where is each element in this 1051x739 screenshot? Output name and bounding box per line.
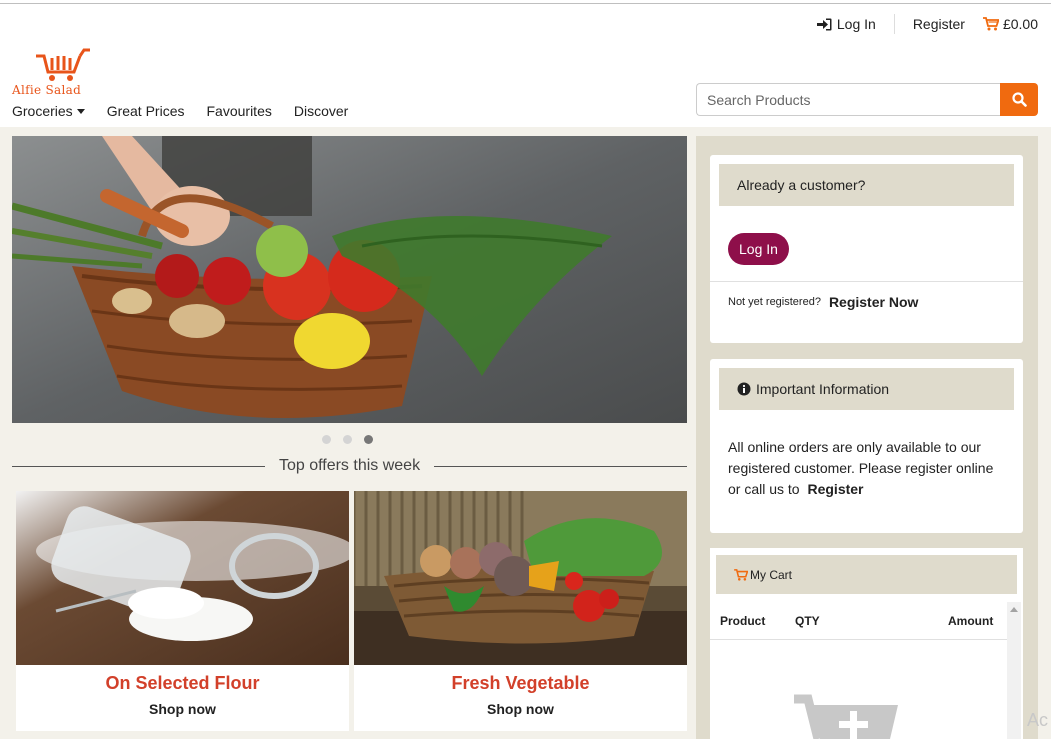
search-icon xyxy=(1011,92,1027,107)
col-amount: Amount xyxy=(948,613,994,628)
offer-card-image xyxy=(16,491,349,665)
carousel-dot-3-active[interactable] xyxy=(364,435,373,444)
offer-card-title: Fresh Vegetable xyxy=(451,673,590,693)
cart-box-heading: My Cart xyxy=(716,555,1017,594)
not-registered-row: Not yet registered? Register Now xyxy=(710,282,1023,310)
divider xyxy=(12,465,265,467)
login-link-label: Log In xyxy=(836,16,876,32)
scroll-up-arrow-icon[interactable] xyxy=(1010,607,1018,612)
cart-icon xyxy=(982,17,999,31)
col-qty: QTY xyxy=(795,613,820,628)
logo[interactable]: Alfie Salad xyxy=(12,48,104,98)
offer-card-vegetable[interactable]: Fresh Vegetable Shop now xyxy=(354,491,687,731)
carousel-dot-1[interactable] xyxy=(322,435,331,444)
divider xyxy=(434,465,688,467)
customer-box-heading: Already a customer? xyxy=(719,164,1014,206)
carousel-indicators xyxy=(322,435,385,444)
login-link[interactable]: Log In xyxy=(816,14,895,34)
info-icon xyxy=(737,382,751,396)
register-now-link[interactable]: Register Now xyxy=(829,294,918,310)
info-box-body: All online orders are only available to … xyxy=(710,410,1023,500)
cart-box: My Cart Product QTY Amount xyxy=(710,548,1023,739)
sign-in-icon xyxy=(816,18,832,30)
vegetable-basket-photo xyxy=(354,491,687,665)
search-input[interactable] xyxy=(696,83,1000,116)
offers-heading-text: Top offers this week xyxy=(278,457,421,474)
cart-scrollbar[interactable] xyxy=(1007,602,1021,739)
top-border xyxy=(0,3,1051,4)
offer-card-image xyxy=(354,491,687,665)
flour-jar-photo xyxy=(16,491,349,665)
register-link[interactable]: Register xyxy=(913,16,965,32)
nav-item-groceries-label: Groceries xyxy=(12,103,73,119)
customer-box: Already a customer? Log In Not yet regis… xyxy=(710,155,1023,343)
logo-cart-icon xyxy=(36,48,90,81)
info-box: Important Information All online orders … xyxy=(710,359,1023,533)
info-register-link[interactable]: Register xyxy=(807,481,863,497)
offers-heading: Top offers this week xyxy=(12,457,688,475)
info-box-heading: Important Information xyxy=(719,368,1014,410)
nav-item-favourites[interactable]: Favourites xyxy=(207,103,272,119)
info-box-title: Important Information xyxy=(756,381,890,397)
nav-item-great-prices[interactable]: Great Prices xyxy=(107,103,185,119)
cart-table-header: Product QTY Amount xyxy=(710,602,1007,640)
shop-now-link[interactable]: Shop now xyxy=(354,701,687,717)
sidebar-login-button[interactable]: Log In xyxy=(728,233,789,265)
empty-cart-icon xyxy=(794,694,898,739)
caret-down-icon xyxy=(76,108,85,114)
cart-icon xyxy=(734,568,748,581)
col-product: Product xyxy=(720,613,766,628)
main-nav: Groceries Great Prices Favourites Discov… xyxy=(12,103,370,119)
search-bar xyxy=(696,83,1038,116)
not-registered-text: Not yet registered? xyxy=(728,296,821,308)
activate-watermark: Ac xyxy=(1027,710,1049,730)
account-bar: Log In Register £0.00 xyxy=(816,14,1038,34)
cart-total: £0.00 xyxy=(1002,16,1038,32)
cart-box-title: My Cart xyxy=(750,567,792,582)
nav-item-discover[interactable]: Discover xyxy=(294,103,348,119)
hero-carousel-image[interactable] xyxy=(12,136,687,423)
carousel-dot-2[interactable] xyxy=(343,435,352,444)
logo-text: Alfie Salad xyxy=(12,83,82,97)
cart-total-link[interactable]: £0.00 xyxy=(982,16,1038,32)
offer-card-title: On Selected Flour xyxy=(105,673,260,693)
offer-card-flour[interactable]: On Selected Flour Shop now xyxy=(16,491,349,731)
nav-item-groceries[interactable]: Groceries xyxy=(12,103,85,119)
search-button[interactable] xyxy=(1000,83,1038,116)
shop-now-link[interactable]: Shop now xyxy=(16,701,349,717)
vegetable-basket-photo xyxy=(12,136,687,423)
